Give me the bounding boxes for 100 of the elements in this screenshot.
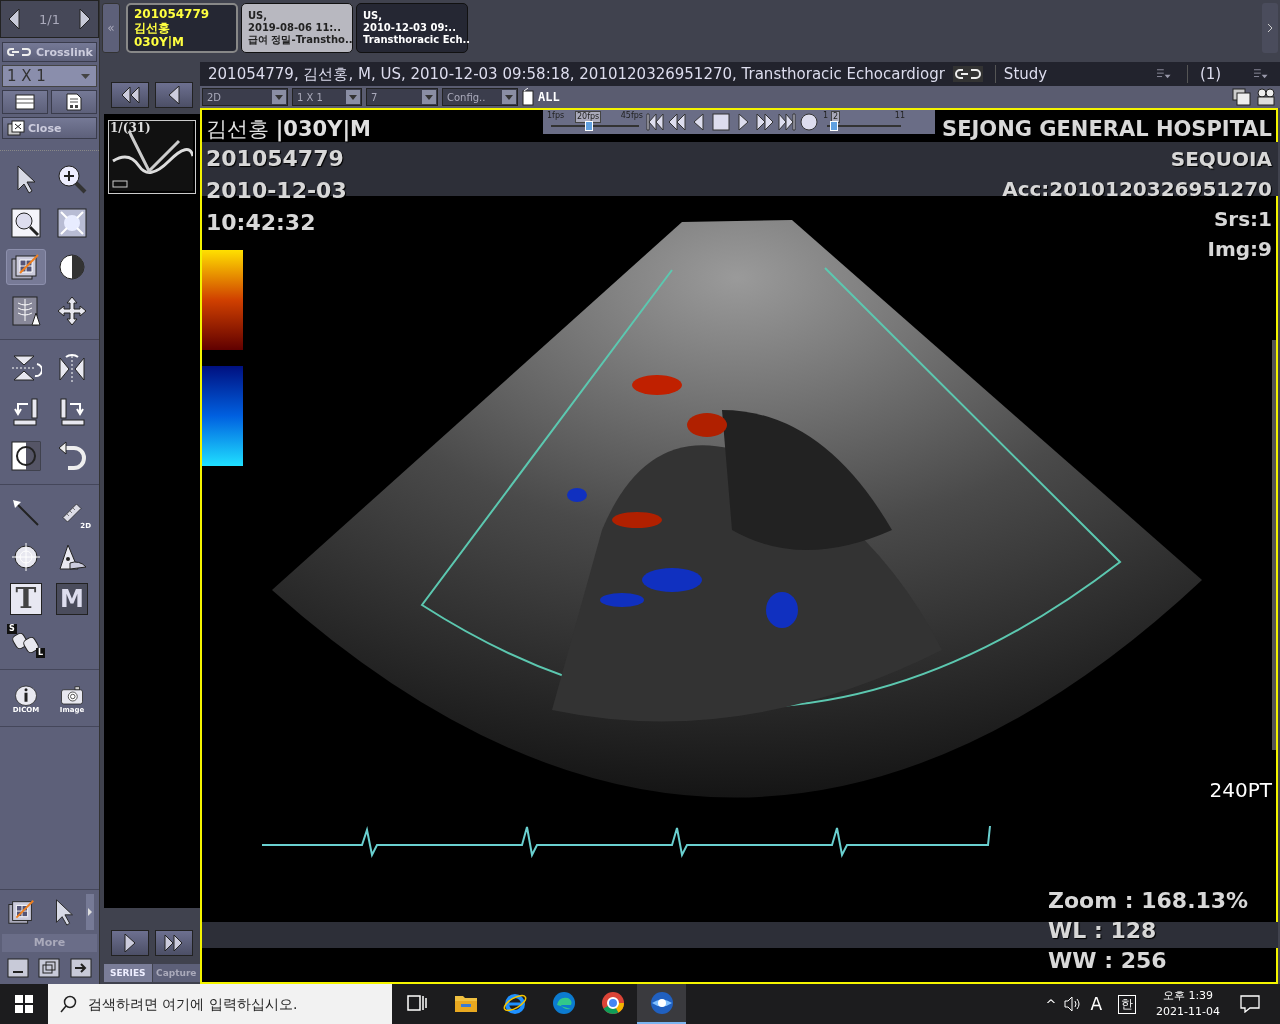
clock[interactable]: 오후 1:39 2021-11-04 [1156,988,1220,1020]
search-icon [60,995,78,1013]
scrollbar[interactable] [1272,340,1276,750]
undo-icon [56,440,88,472]
stacked-grid-icon [10,251,42,283]
windows-icon[interactable] [1232,88,1252,106]
record-icon[interactable] [799,112,819,132]
toolbar-dropdown[interactable]: Config.. [442,88,518,106]
caret-icon [272,90,286,104]
notification-icon[interactable] [1240,995,1260,1013]
document-icon [66,93,82,111]
windows-logo-icon[interactable] [15,995,33,1013]
overlay-text: 201054779 [206,145,345,173]
invert-icon [10,440,42,472]
input-mode-indicator[interactable]: A [1090,994,1103,1014]
mark-tool-button[interactable]: M [56,583,88,615]
restore-icon[interactable] [38,958,61,978]
flip-vertical-icon [10,352,42,384]
single-view-button[interactable] [2,90,48,114]
search-field[interactable]: 검색하려면 여기에 입력하십시오. [48,984,392,1024]
previous-icon[interactable] [7,8,21,30]
scale-label: 240PT [1209,778,1272,802]
link-icon[interactable] [952,66,983,82]
series-thumbnail[interactable]: 1/(31) [108,120,196,194]
layout-link-tool-button[interactable] [6,249,46,285]
overlay-text: WL : 128 [1048,917,1158,945]
layout-dropdown[interactable]: 1 X 1 [2,65,97,87]
overlay-text: Img:9 [1207,236,1272,263]
link-icon [7,47,33,57]
list-menu-icon[interactable] [1254,68,1268,80]
slider-value: 20fps [575,111,602,123]
overlay-text: WW : 256 [1048,947,1168,975]
chest-xray-icon [10,295,42,327]
close-button[interactable]: Close [2,117,97,139]
play-icon [124,934,136,952]
slider-label: 45fps [620,111,643,121]
browser-wave-icon [550,990,577,1016]
skip-end-icon[interactable] [777,112,797,132]
fit-to-window-icon [56,207,88,239]
viewer-taskbar-button[interactable] [637,984,686,1024]
slider-thumb[interactable] [830,121,839,131]
slider-label: 1fps [547,111,565,121]
toolbar-dropdown[interactable]: 1 X 1 [292,88,362,106]
stop-icon[interactable] [711,112,731,132]
toolbar-dropdown[interactable]: 2D [202,88,288,106]
scope-tool-button[interactable]: S L [6,623,46,659]
all-frames-toggle[interactable]: ALL [538,90,560,104]
panel-tab[interactable]: SERIES [104,964,152,982]
slider-thumb[interactable] [584,121,593,131]
close-window-icon [7,120,25,136]
rewind-icon [119,87,141,103]
skip-start-icon[interactable] [645,112,665,132]
exit-icon[interactable] [70,958,93,978]
zoom-in-icon [56,163,88,195]
caret-icon [422,90,436,104]
first-series-button[interactable] [111,82,149,108]
browser-circle-icon [599,990,626,1016]
image-count: 1/(31) [110,121,151,135]
caret-icon [81,73,90,79]
overlay-text: 2010-12-03 [206,177,348,205]
study-label: Study [994,65,1150,83]
half-circle-icon [56,251,88,283]
study-tab[interactable]: US, 2010-12-03 09:.. Transthoracic Ech.. [356,3,468,53]
magnifier-icon [10,207,42,239]
minimize-icon[interactable] [6,958,29,978]
speaker-icon[interactable] [1064,996,1083,1012]
rewind-icon[interactable] [667,112,687,132]
report-button[interactable] [51,90,97,114]
tray-chevron[interactable]: ^ [1045,996,1057,1012]
page-indicator: 1/1 [39,11,60,27]
projector-icon[interactable] [1256,88,1276,106]
study-tab[interactable]: US, 2019-08-06 11:.. 급여 정밀-Transtho.. [241,3,353,53]
toolbar-dropdown[interactable]: 7 [366,88,438,106]
list-menu-icon[interactable] [1157,68,1171,80]
frame-rate-slider[interactable]: 1fps 20fps 45fps [547,111,643,133]
stacked-grid-icon [7,897,37,927]
last-series-button[interactable] [155,930,193,956]
previous-series-button[interactable] [155,82,193,108]
fast-forward-icon [163,935,185,951]
caret-icon [346,90,360,104]
overlay-text: SEQUOIA [1170,146,1272,173]
series-count: (1) [1186,65,1247,83]
slider-label: 11 [894,111,905,121]
study-info: 201054779, 김선홍, M, US, 2010-12-03 09:58:18, 2010120326951270, Transthoracic Echocardiogr [208,64,945,84]
image-viewport[interactable]: 1fps 20fps 45fps 1 2 11 김선홍 |030Y|M 201054779 2010-12-03 10:42:32 SEJONG GENERAL HOSPITAL SEQUOIA Acc:2010120326951270 Srs:1 Img:9 240PT Zoom : 168.13% WL : 128 WW : 256 [200,108,1278,984]
language-indicator[interactable]: 한 [1118,994,1137,1014]
study-tab[interactable]: 201054779 김선홍 030Y|M [126,3,238,53]
next-icon[interactable] [78,8,92,30]
overlay-text: Zoom : 168.13% [1048,887,1249,915]
overlay-text: 10:42:32 [206,209,317,237]
fast-forward-icon[interactable] [755,112,775,132]
text-tool-button[interactable]: T [10,583,42,615]
crosslink-button[interactable]: Crosslink [2,42,97,62]
globe-icon [648,990,675,1016]
step-back-icon [168,86,180,104]
window-icon [15,94,35,110]
slider-label: 1 [823,111,829,121]
patient-overlay: 김선홍 |030Y|M [206,116,371,142]
frame-slider[interactable]: 1 2 11 [823,111,905,133]
next-series-button[interactable] [111,930,149,956]
